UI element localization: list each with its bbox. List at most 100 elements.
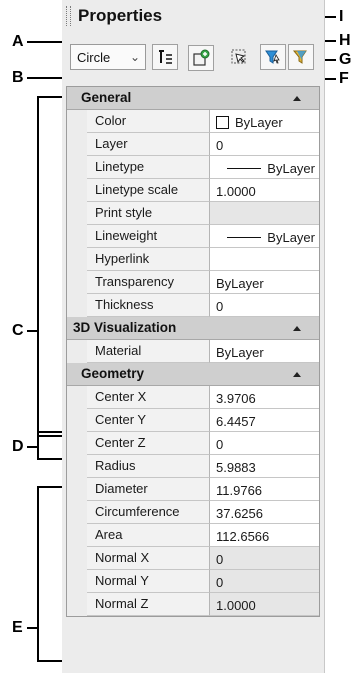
lineweight-sample-icon (227, 237, 262, 238)
collapse-arrow-icon[interactable] (293, 326, 301, 331)
property-label: Hyperlink (87, 248, 210, 271)
select-objects-button[interactable] (188, 45, 214, 71)
toggle-pickadd-button[interactable] (152, 44, 178, 70)
bracket-e (37, 486, 39, 662)
bracket-d (37, 431, 39, 460)
property-value[interactable]: 1.0000 (210, 179, 319, 202)
property-value[interactable]: 3.9706 (210, 386, 319, 409)
object-type-select[interactable]: Circle ⌄ (70, 44, 146, 70)
property-label: Area (87, 524, 210, 547)
property-label: Linetype (87, 156, 210, 179)
property-label: Transparency (87, 271, 210, 294)
property-row-radius[interactable]: Radius 5.9883 (67, 455, 319, 478)
property-value-text: ByLayer (235, 115, 283, 130)
property-label: Thickness (87, 294, 210, 317)
filter-icon (265, 50, 280, 64)
property-value[interactable]: 37.6256 (210, 501, 319, 524)
filter-button[interactable] (260, 44, 286, 70)
callout-i: I (339, 8, 344, 25)
property-row-lineweight[interactable]: Lineweight ByLayer (67, 225, 319, 248)
property-label: Radius (87, 455, 210, 478)
callout-e: E (12, 619, 23, 636)
property-label: Print style (87, 202, 210, 225)
palette-grip-handle[interactable] (66, 6, 71, 26)
section-header-3d-visualization[interactable]: 3D Visualization (67, 317, 319, 340)
property-value[interactable]: 0 (210, 294, 319, 317)
property-value (210, 202, 319, 225)
property-row-linetype[interactable]: Linetype ByLayer (67, 156, 319, 179)
property-label: Material (87, 340, 210, 363)
property-value[interactable] (210, 248, 319, 271)
color-swatch-icon (216, 116, 229, 129)
callout-b: B (12, 69, 24, 86)
property-label: Normal Y (87, 570, 210, 593)
callout-f: F (339, 70, 349, 87)
property-label: Circumference (87, 501, 210, 524)
filter-options-button[interactable] (288, 44, 314, 70)
property-value[interactable]: 11.9766 (210, 478, 319, 501)
property-value[interactable]: 5.9883 (210, 455, 319, 478)
section-header-general[interactable]: General (67, 87, 319, 110)
property-value[interactable]: ByLayer (210, 340, 319, 363)
property-value-text: ByLayer (267, 230, 315, 245)
properties-palette: Properties Circle ⌄ General Color ByLaye… (62, 0, 325, 673)
property-row-center-z[interactable]: Center Z 0 (67, 432, 319, 455)
callout-g: G (339, 51, 351, 68)
property-row-thickness[interactable]: Thickness 0 (67, 294, 319, 317)
select-objects-icon (193, 49, 210, 66)
callout-c: C (12, 322, 24, 339)
property-label: Layer (87, 133, 210, 156)
property-row-diameter[interactable]: Diameter 11.9766 (67, 478, 319, 501)
property-row-normal-y[interactable]: Normal Y 0 (67, 570, 319, 593)
section-header-geometry[interactable]: Geometry (67, 363, 319, 386)
section-title: 3D Visualization (73, 320, 177, 335)
property-row-area[interactable]: Area 112.6566 (67, 524, 319, 547)
property-label: Lineweight (87, 225, 210, 248)
quick-select-icon (231, 49, 246, 64)
palette-title: Properties (78, 6, 163, 25)
filter-options-icon (292, 50, 307, 64)
property-value: 0 (210, 570, 319, 593)
property-label: Normal X (87, 547, 210, 570)
property-value[interactable]: ByLayer (210, 110, 319, 133)
property-row-circumference[interactable]: Circumference 37.6256 (67, 501, 319, 524)
section-visualization-rows: Material ByLayer (67, 340, 319, 363)
callout-d: D (12, 438, 24, 455)
property-row-transparency[interactable]: Transparency ByLayer (67, 271, 319, 294)
property-value[interactable]: 6.4457 (210, 409, 319, 432)
property-value[interactable]: ByLayer (210, 271, 319, 294)
collapse-arrow-icon[interactable] (293, 96, 301, 101)
property-label: Center X (87, 386, 210, 409)
quick-select-button[interactable] (226, 44, 252, 70)
palette-toolbar: Circle ⌄ (70, 44, 320, 72)
bracket-c (37, 96, 39, 437)
object-type-value: Circle (77, 49, 111, 65)
property-label: Linetype scale (87, 179, 210, 202)
property-label: Normal Z (87, 593, 210, 616)
property-value-text: ByLayer (267, 161, 315, 176)
property-row-material[interactable]: Material ByLayer (67, 340, 319, 363)
chevron-down-icon: ⌄ (129, 50, 140, 64)
property-value[interactable]: 112.6566 (210, 524, 319, 547)
property-row-center-x[interactable]: Center X 3.9706 (67, 386, 319, 409)
property-row-normal-x[interactable]: Normal X 0 (67, 547, 319, 570)
section-title: General (81, 90, 132, 105)
property-value[interactable]: 0 (210, 133, 319, 156)
property-row-print-style[interactable]: Print style (67, 202, 319, 225)
property-row-linetype-scale[interactable]: Linetype scale 1.0000 (67, 179, 319, 202)
property-value[interactable]: 0 (210, 432, 319, 455)
collapse-arrow-icon[interactable] (293, 372, 301, 377)
property-value: 0 (210, 547, 319, 570)
callout-h: H (339, 32, 351, 49)
property-row-center-y[interactable]: Center Y 6.4457 (67, 409, 319, 432)
property-value: 1.0000 (210, 593, 319, 616)
property-value[interactable]: ByLayer (210, 156, 319, 179)
callout-a: A (12, 33, 24, 50)
section-title: Geometry (81, 366, 145, 381)
toggle-pickadd-icon (159, 50, 172, 64)
property-row-hyperlink[interactable]: Hyperlink (67, 248, 319, 271)
property-value[interactable]: ByLayer (210, 225, 319, 248)
property-row-color[interactable]: Color ByLayer (67, 110, 319, 133)
property-row-normal-z[interactable]: Normal Z 1.0000 (67, 593, 319, 616)
property-row-layer[interactable]: Layer 0 (67, 133, 319, 156)
